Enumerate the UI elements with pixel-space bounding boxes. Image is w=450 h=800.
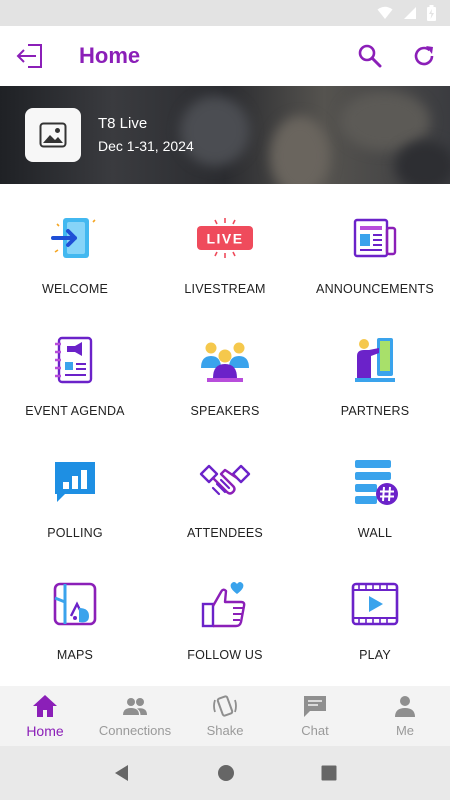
person-icon xyxy=(395,696,415,717)
speakers-group-icon xyxy=(201,342,249,382)
nav-chat[interactable]: Chat xyxy=(270,686,360,746)
page-title: Home xyxy=(79,43,141,68)
tile-partners[interactable]: PARTNERS xyxy=(300,312,450,432)
tile-event-agenda[interactable]: EVENT AGENDA xyxy=(0,312,150,432)
app-bar: Home xyxy=(0,26,450,86)
wifi-icon xyxy=(377,6,393,19)
chat-bubble-icon xyxy=(304,696,326,717)
tile-speakers[interactable]: SPEAKERS xyxy=(150,312,300,432)
tile-polling[interactable]: POLLING xyxy=(0,434,150,554)
home-circle-icon[interactable] xyxy=(217,764,235,782)
tile-livestream[interactable]: LIVE LIVESTREAM xyxy=(150,190,300,310)
nav-label: Home xyxy=(26,723,64,739)
nav-label: Me xyxy=(395,723,415,738)
tile-label: ATTENDEES xyxy=(187,526,263,540)
tile-label: EVENT AGENDA xyxy=(25,404,125,418)
nav-shake[interactable]: Shake xyxy=(180,686,270,746)
refresh-icon[interactable] xyxy=(410,42,438,70)
system-nav-bar xyxy=(0,746,450,800)
image-placeholder-icon xyxy=(39,122,67,148)
tile-label: WELCOME xyxy=(42,282,108,296)
shake-phone-icon xyxy=(213,695,237,717)
tile-label: SPEAKERS xyxy=(190,404,260,418)
welcome-door-icon xyxy=(51,218,96,258)
video-play-icon xyxy=(351,582,399,626)
handshake-icon xyxy=(199,464,251,496)
wall-hashtag-icon xyxy=(355,460,398,505)
tile-maps[interactable]: MAPS xyxy=(0,556,150,676)
logout-icon[interactable] xyxy=(14,41,46,71)
nav-label: Connections xyxy=(98,723,172,738)
battery-icon xyxy=(427,5,436,21)
nav-label: Chat xyxy=(301,723,329,738)
nav-label: Shake xyxy=(206,723,244,738)
event-name: T8 Live xyxy=(98,115,148,132)
nav-home[interactable]: Home xyxy=(0,686,90,746)
thumbs-up-heart-icon xyxy=(201,582,246,628)
partner-presenter-icon xyxy=(355,338,395,382)
tile-label: FOLLOW US xyxy=(187,648,263,662)
home-icon xyxy=(33,695,57,717)
tile-label: MAPS xyxy=(56,648,94,662)
back-triangle-icon[interactable] xyxy=(113,764,131,782)
people-icon xyxy=(123,698,147,715)
tile-label: LIVESTREAM xyxy=(184,282,266,296)
event-banner[interactable]: T8 Live Dec 1-31, 2024 xyxy=(0,86,450,184)
tile-play[interactable]: PLAY xyxy=(300,556,450,676)
poll-chart-icon xyxy=(55,462,95,502)
map-icon xyxy=(53,582,97,626)
tile-wall[interactable]: WALL xyxy=(300,434,450,554)
newspaper-icon xyxy=(353,218,397,258)
search-icon[interactable] xyxy=(356,42,384,70)
nav-me[interactable]: Me xyxy=(360,686,450,746)
recents-square-icon[interactable] xyxy=(321,765,337,781)
tile-label: POLLING xyxy=(47,526,103,540)
event-thumbnail xyxy=(25,108,81,162)
tile-label: ANNOUNCEMENTS xyxy=(316,282,434,296)
cell-signal-icon xyxy=(404,7,416,19)
tile-label: PARTNERS xyxy=(340,404,410,418)
tile-attendees[interactable]: ATTENDEES xyxy=(150,434,300,554)
live-badge-icon: LIVE xyxy=(197,218,253,258)
tile-follow-us[interactable]: FOLLOW US xyxy=(150,556,300,676)
status-bar xyxy=(0,0,450,26)
agenda-notebook-icon xyxy=(55,336,93,384)
tile-announcements[interactable]: ANNOUNCEMENTS xyxy=(300,190,450,310)
tile-label: WALL xyxy=(357,526,393,540)
tile-welcome[interactable]: WELCOME xyxy=(0,190,150,310)
live-badge-text: LIVE xyxy=(206,231,243,247)
event-dates: Dec 1-31, 2024 xyxy=(98,138,194,154)
bottom-nav: Home Connections Shake Chat Me xyxy=(0,686,450,746)
tile-label: PLAY xyxy=(359,648,391,662)
nav-connections[interactable]: Connections xyxy=(90,686,180,746)
